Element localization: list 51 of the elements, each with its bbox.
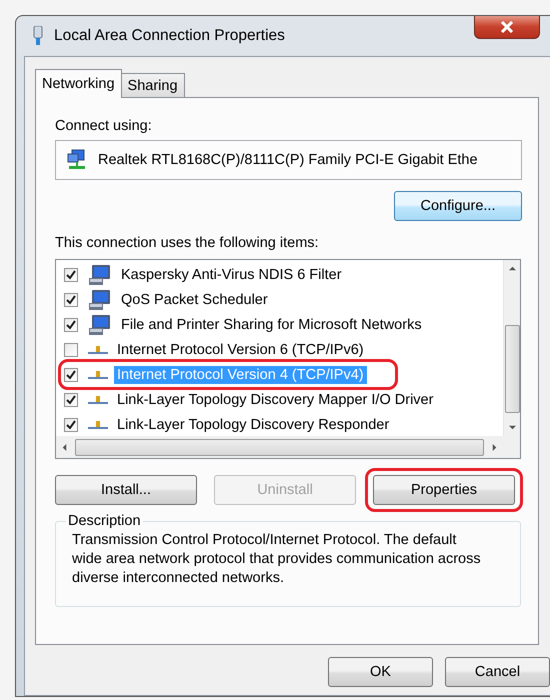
- checkbox[interactable]: [64, 368, 78, 382]
- list-item[interactable]: File and Printer Sharing for Microsoft Networks: [118, 316, 425, 334]
- tab[interactable]: Sharing: [120, 73, 185, 98]
- checkbox[interactable]: [64, 318, 78, 332]
- description-text: Transmission Control Protocol/Internet Protocol. The default wide area network protocol that provides communication across diverse interconnected networks.: [72, 531, 482, 588]
- list-item[interactable]: Link-Layer Topology Discovery Responder: [114, 416, 392, 434]
- checkmark-icon: [66, 270, 76, 280]
- checkbox[interactable]: [64, 392, 78, 406]
- item-button[interactable]: Install...: [55, 475, 197, 505]
- scroll-up-icon: [508, 265, 516, 272]
- computer-icon: [88, 264, 112, 286]
- tab[interactable]: Networking: [35, 69, 122, 98]
- network-protocol-icon: [88, 394, 108, 404]
- scroll-down-icon: [508, 424, 516, 431]
- checkmark-icon: [66, 370, 76, 380]
- network-protocol-icon: [88, 370, 108, 380]
- horizontal-scrollbar[interactable]: [56, 436, 503, 458]
- close-button[interactable]: [474, 16, 540, 39]
- items-label: This connection uses the following items:: [55, 235, 320, 251]
- list-item[interactable]: Internet Protocol Version 6 (TCP/IPv6): [114, 340, 367, 358]
- dialog-button[interactable]: OK: [328, 657, 433, 687]
- computer-icon: [88, 288, 112, 310]
- scroll-thumb[interactable]: [504, 325, 520, 413]
- checkmark-icon: [66, 420, 76, 430]
- window-title: Local Area Connection Properties: [54, 27, 285, 45]
- scroll-right-icon: [491, 444, 498, 450]
- list-item[interactable]: QoS Packet Scheduler: [118, 290, 271, 308]
- configure-button[interactable]: Configure...: [394, 191, 522, 221]
- list-item[interactable]: Kaspersky Anti-Virus NDIS 6 Filter: [118, 266, 345, 284]
- checkbox[interactable]: [64, 342, 78, 356]
- network-plug-icon: [32, 26, 44, 46]
- dialog-button[interactable]: Cancel: [445, 657, 550, 687]
- connect-using-label: Connect using:: [55, 118, 153, 134]
- checkmark-icon: [66, 394, 76, 404]
- close-icon: [500, 20, 514, 32]
- network-adapter-icon: [66, 149, 88, 171]
- adapter-name: Realtek RTL8168C(P)/8111C(P) Family PCI-E Gigabit Ethe: [98, 152, 478, 168]
- computer-icon: [88, 314, 112, 336]
- checkmark-icon: [66, 294, 76, 304]
- checkbox[interactable]: [64, 268, 78, 282]
- network-protocol-icon: [88, 420, 108, 430]
- network-protocol-icon: [88, 344, 108, 354]
- description-title: Description: [67, 513, 142, 529]
- checkmark-icon: [66, 320, 76, 330]
- vertical-scrollbar[interactable]: [503, 260, 520, 436]
- item-button[interactable]: Properties: [373, 475, 515, 505]
- scroll-left-icon: [61, 444, 68, 450]
- checkbox[interactable]: [64, 418, 78, 432]
- list-item[interactable]: Link-Layer Topology Discovery Mapper I/O Driver: [114, 390, 436, 408]
- checkbox[interactable]: [64, 292, 78, 306]
- scroll-thumb[interactable]: [75, 438, 484, 456]
